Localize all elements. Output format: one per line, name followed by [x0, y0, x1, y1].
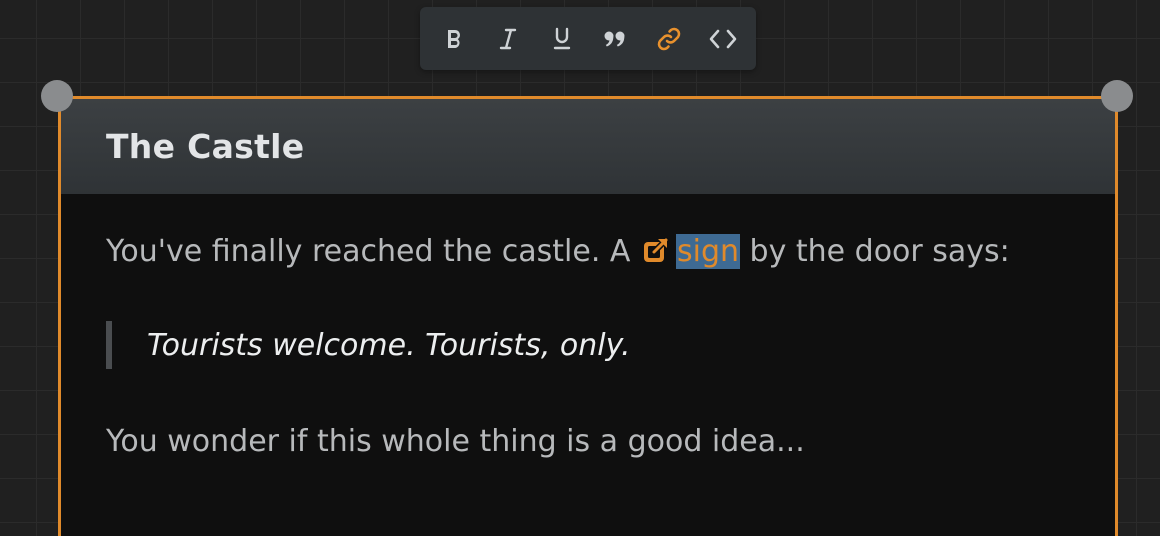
- italic-button[interactable]: [488, 19, 529, 59]
- link-icon: [657, 27, 681, 50]
- right-connector-handle[interactable]: [1101, 80, 1133, 112]
- passage-header: The Castle: [61, 99, 1115, 194]
- underline-icon: [553, 27, 570, 49]
- left-connector-handle[interactable]: [41, 80, 73, 112]
- code-icon: [709, 29, 736, 48]
- blockquote: Tourists welcome. Tourists, only.: [106, 321, 631, 369]
- quote-icon: [604, 31, 625, 46]
- paragraph-1-text-end: by the door says:: [740, 234, 1010, 269]
- formatting-toolbar: [420, 7, 756, 70]
- italic-icon: [499, 28, 517, 49]
- passage-title: The Castle: [106, 127, 305, 166]
- code-button[interactable]: [702, 19, 743, 59]
- bold-icon: [448, 29, 461, 48]
- paragraph-1-text-start: You've finally reached the castle. A: [106, 234, 640, 269]
- paragraph-2: You wonder if this whole thing is a good…: [106, 424, 805, 459]
- bold-button[interactable]: [434, 19, 475, 59]
- sign-link[interactable]: sign: [675, 234, 741, 269]
- underline-button[interactable]: [541, 19, 582, 59]
- blockquote-button[interactable]: [595, 19, 636, 59]
- quote-text: Tourists welcome. Tourists, only.: [147, 327, 631, 363]
- paragraph-1: You've finally reached the castle. A sig…: [106, 232, 1010, 275]
- passage-card[interactable]: The Castle You've finally reached the ca…: [58, 96, 1118, 536]
- link-button[interactable]: [649, 19, 690, 59]
- external-link-icon: [642, 235, 670, 275]
- passage-body[interactable]: You've finally reached the castle. A sig…: [61, 194, 1115, 536]
